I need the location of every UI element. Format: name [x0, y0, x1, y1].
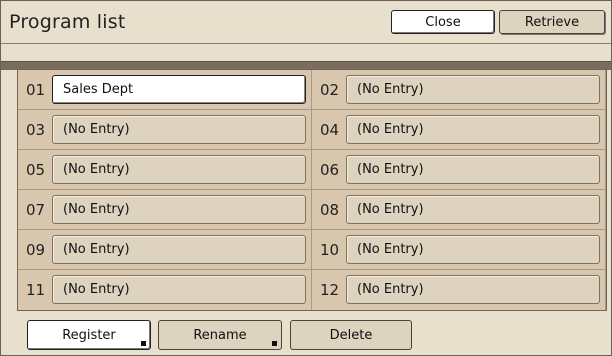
delete-button[interactable]: Delete	[290, 320, 412, 350]
program-field[interactable]: Sales Dept	[52, 75, 306, 104]
submenu-indicator-icon	[272, 341, 277, 346]
program-cell-04: 04 (No Entry)	[312, 110, 606, 150]
submenu-indicator-icon	[141, 341, 146, 346]
delete-button-label: Delete	[329, 327, 373, 343]
program-field[interactable]: (No Entry)	[52, 275, 306, 304]
program-number: 07	[26, 201, 46, 219]
program-field[interactable]: (No Entry)	[346, 75, 600, 104]
program-cell-11: 11 (No Entry)	[18, 270, 312, 310]
program-number: 01	[26, 81, 46, 99]
program-number: 11	[26, 281, 46, 299]
program-cell-08: 08 (No Entry)	[312, 190, 606, 230]
page-title: Program list	[9, 11, 126, 33]
program-cell-07: 07 (No Entry)	[18, 190, 312, 230]
close-button[interactable]: Close	[391, 10, 495, 34]
program-list-window: Program list Close Retrieve 01 Sales Dep…	[0, 0, 612, 356]
program-field[interactable]: (No Entry)	[346, 115, 600, 144]
program-field[interactable]: (No Entry)	[52, 195, 306, 224]
program-field[interactable]: (No Entry)	[52, 115, 306, 144]
program-number: 08	[320, 201, 340, 219]
program-field[interactable]: (No Entry)	[52, 235, 306, 264]
rename-button-label: Rename	[193, 327, 247, 343]
program-cell-02: 02 (No Entry)	[312, 70, 606, 110]
retrieve-button[interactable]: Retrieve	[499, 10, 605, 34]
program-cell-05: 05 (No Entry)	[18, 150, 312, 190]
register-button[interactable]: Register	[27, 320, 151, 350]
program-number: 09	[26, 241, 46, 259]
program-cell-12: 12 (No Entry)	[312, 270, 606, 310]
program-cell-01: 01 Sales Dept	[18, 70, 312, 110]
program-field[interactable]: (No Entry)	[52, 155, 306, 184]
program-field[interactable]: (No Entry)	[346, 155, 600, 184]
program-grid: 01 Sales Dept 02 (No Entry) 03 (No Entry…	[17, 69, 607, 311]
program-field[interactable]: (No Entry)	[346, 275, 600, 304]
rename-button[interactable]: Rename	[158, 320, 282, 350]
program-number: 12	[320, 281, 340, 299]
program-number: 02	[320, 81, 340, 99]
program-cell-09: 09 (No Entry)	[18, 230, 312, 270]
program-number: 10	[320, 241, 340, 259]
program-field[interactable]: (No Entry)	[346, 235, 600, 264]
program-cell-03: 03 (No Entry)	[18, 110, 312, 150]
program-number: 03	[26, 121, 46, 139]
header-bar: Program list Close Retrieve	[1, 1, 611, 44]
program-cell-10: 10 (No Entry)	[312, 230, 606, 270]
program-field[interactable]: (No Entry)	[346, 195, 600, 224]
program-number: 04	[320, 121, 340, 139]
register-button-label: Register	[62, 327, 116, 343]
program-number: 06	[320, 161, 340, 179]
program-number: 05	[26, 161, 46, 179]
program-cell-06: 06 (No Entry)	[312, 150, 606, 190]
